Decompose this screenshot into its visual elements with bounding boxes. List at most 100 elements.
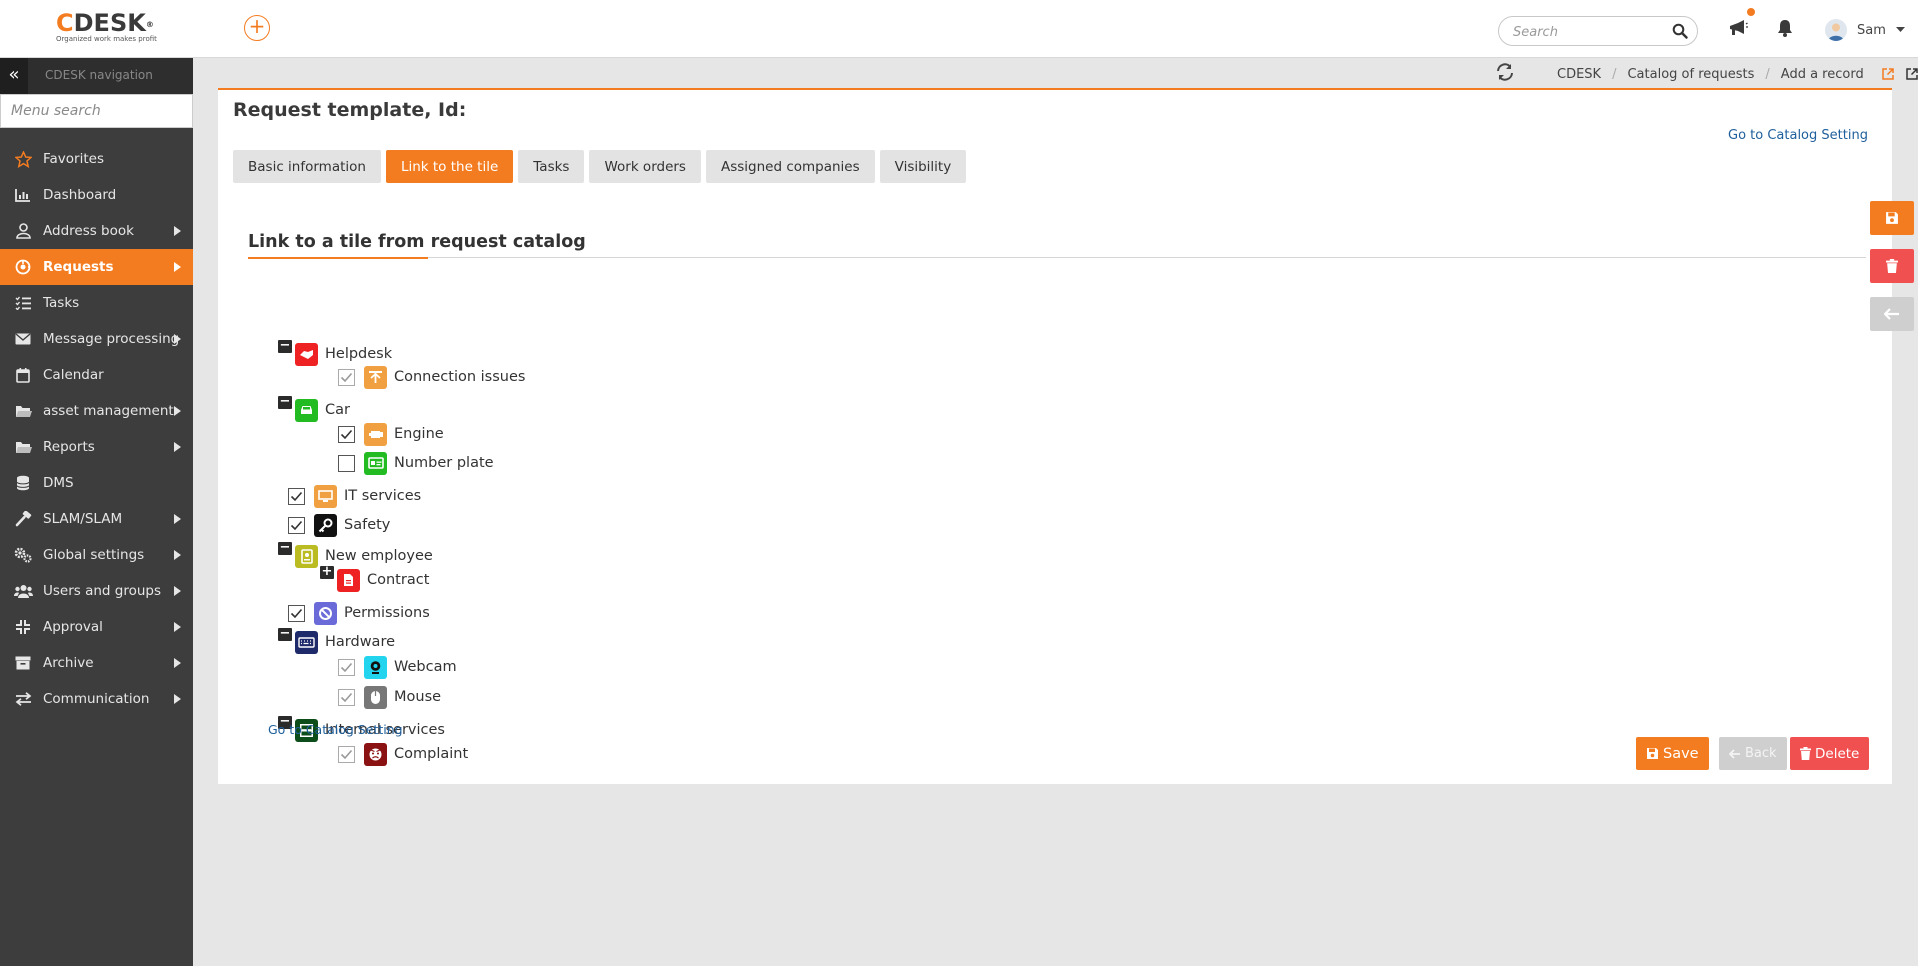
sidebar-title: CDESK navigation [45,68,153,82]
sidebar-item-favorites[interactable]: Favorites [0,141,193,177]
tree-node-label: Complaint [394,746,469,762]
global-search-input[interactable] [1513,23,1663,41]
tree-node-label: Car [325,402,350,418]
cdesk-logo[interactable]: CDESK® Organized work makes profit [56,10,166,48]
collapse-hardware-toggle[interactable]: − [278,627,292,641]
safety-checkbox[interactable] [288,516,305,534]
save-button[interactable]: Save [1636,737,1709,770]
collapse-car-toggle[interactable]: − [278,395,292,409]
tree-node-complaint: Complaint [338,742,468,766]
tree-node-mouse: Mouse [338,685,441,709]
tree-node-label: Contract [367,572,430,588]
it-services-checkbox[interactable] [288,487,305,505]
submenu-arrow-icon [174,442,181,452]
collapse-sidebar-button[interactable]: « [0,58,28,94]
back-button[interactable]: Back [1719,737,1787,770]
submenu-arrow-icon [174,514,181,524]
sidebar-item-communication[interactable]: Communication [0,681,193,717]
user-name: Sam [1857,22,1886,38]
delete-button[interactable]: Delete [1790,737,1870,770]
submenu-arrow-icon [174,658,181,668]
add-new-button[interactable]: + [244,15,270,41]
arrow-left-icon [1729,748,1740,759]
tab-link-to-the-tile[interactable]: Link to the tile [385,150,514,183]
notification-dot [1747,8,1755,16]
megaphone-icon[interactable] [1728,19,1748,37]
user-menu[interactable]: Sam [1825,18,1905,42]
archive-icon [12,654,34,672]
webcam-icon [364,655,387,679]
submenu-arrow-icon [174,334,181,344]
sidebar-menu: Favorites Dashboard Address book Requests Ta… [0,141,193,717]
database-icon [12,474,34,492]
keyboard-icon [295,630,318,654]
tab-basic-information[interactable]: Basic information [233,150,381,183]
sidebar-item-label: Message processing [43,331,180,347]
menu-search-input[interactable] [0,94,193,128]
sidebar-item-slam-slam[interactable]: SLAM/SLAM [0,501,193,537]
tree-node-label: Permissions [344,605,430,621]
calendar-icon [12,366,34,384]
permissions-checkbox[interactable] [288,604,305,622]
collapse-new-employee-toggle[interactable]: − [278,541,292,555]
tab-assigned-companies[interactable]: Assigned companies [705,150,875,183]
tree-node-engine: Engine [338,422,444,446]
sidebar-item-label: Requests [43,259,114,275]
sidebar-item-address-book[interactable]: Address book [0,213,193,249]
external-link-icon[interactable] [1881,68,1894,80]
tree-node-webcam: Webcam [338,655,457,679]
tree-node-new-employee: New employee [295,544,433,568]
goto-catalog-link-bottom[interactable]: Go to Catalog Setting [268,722,403,737]
sidebar-item-asset-management[interactable]: asset management [0,393,193,429]
floating-back-button[interactable] [1870,297,1914,331]
sidebar-item-message-processing[interactable]: Message processing [0,321,193,357]
save-icon [1647,748,1658,759]
sidebar-item-label: asset management [43,403,174,419]
breadcrumb-cdesk[interactable]: CDESK [1557,67,1601,82]
number-plate-checkbox[interactable] [338,454,355,472]
star-icon [12,150,34,168]
open-window-icon[interactable] [1905,68,1918,80]
sidebar-item-approval[interactable]: Approval [0,609,193,645]
tree-node-number-plate: Number plate [338,451,494,475]
expand-contract-toggle[interactable]: + [320,565,334,579]
sidebar-item-reports[interactable]: Reports [0,429,193,465]
dashboard-icon [12,186,34,204]
tree-node-label: Engine [394,426,444,442]
tab-visibility[interactable]: Visibility [879,150,967,183]
sidebar-item-label: Approval [43,619,103,635]
sidebar-item-tasks[interactable]: Tasks [0,285,193,321]
webcam-checkbox [338,658,355,676]
goto-catalog-link-top[interactable]: Go to Catalog Setting [1728,128,1868,143]
submenu-arrow-icon [174,226,181,236]
sidebar-item-requests[interactable]: Requests [0,249,193,285]
refresh-icon[interactable] [1495,62,1515,82]
engine-checkbox[interactable] [338,425,355,443]
section-title: Link to a tile from request catalog [248,232,586,252]
sidebar-item-dashboard[interactable]: Dashboard [0,177,193,213]
tab-tasks[interactable]: Tasks [518,150,585,183]
sidebar-item-users-and-groups[interactable]: Users and groups [0,573,193,609]
floating-save-button[interactable] [1870,201,1914,235]
bell-icon[interactable] [1777,19,1793,37]
section-divider-accent [248,257,428,259]
logo-c: C [56,9,74,37]
tree-node-label: Helpdesk [325,346,393,362]
sidebar-item-calendar[interactable]: Calendar [0,357,193,393]
breadcrumb-separator: / [1612,66,1617,82]
search-icon[interactable] [1672,23,1688,39]
tree-node-label: IT services [344,488,422,504]
sidebar-item-archive[interactable]: Archive [0,645,193,681]
tab-work-orders[interactable]: Work orders [589,150,701,183]
main-panel: Request template, Id: Go to Catalog Sett… [218,88,1892,784]
gears-icon [12,546,34,564]
badge-icon [295,544,318,568]
sidebar-item-dms[interactable]: DMS [0,465,193,501]
avatar [1825,19,1847,41]
breadcrumb-add-record: Add a record [1780,66,1864,82]
breadcrumb-catalog[interactable]: Catalog of requests [1627,67,1754,82]
sidebar-item-label: Global settings [43,547,145,563]
floating-delete-button[interactable] [1870,249,1914,283]
sidebar-item-global-settings[interactable]: Global settings [0,537,193,573]
collapse-helpdesk-toggle[interactable]: − [278,339,292,353]
